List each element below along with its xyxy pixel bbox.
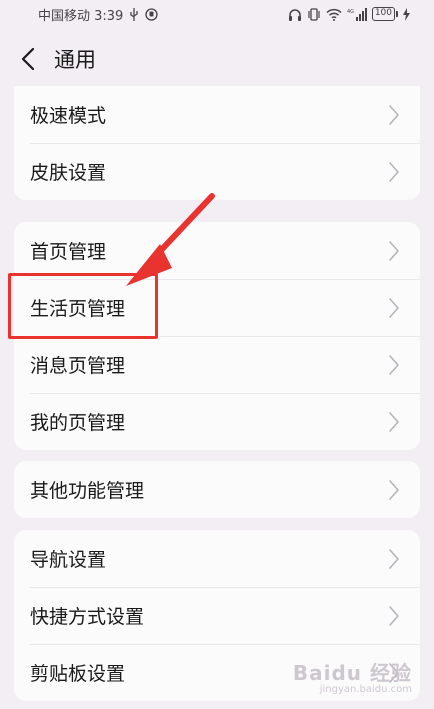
row-message-page-management[interactable]: 消息页管理 <box>14 336 420 393</box>
row-shortcut-settings[interactable]: 快捷方式设置 <box>14 587 420 644</box>
page-title: 通用 <box>54 48 96 72</box>
row-label: 剪贴板设置 <box>30 663 126 685</box>
row-label: 快捷方式设置 <box>30 606 145 628</box>
row-label: 导航设置 <box>30 549 107 571</box>
watermark-main: Baidu 经验 <box>292 661 412 685</box>
signal-icon: 4G <box>347 7 367 21</box>
row-navigation-settings[interactable]: 导航设置 <box>14 530 420 587</box>
chevron-right-icon <box>388 353 402 377</box>
row-skin-settings[interactable]: 皮肤设置 <box>14 143 420 200</box>
row-label: 极速模式 <box>30 105 107 127</box>
highlight-box <box>8 273 158 339</box>
status-left: 中国移动 3:39 <box>38 5 158 24</box>
notification-icon <box>145 7 158 21</box>
back-arrow-icon <box>21 47 35 71</box>
settings-group-display: 极速模式 皮肤设置 <box>14 86 420 200</box>
carrier-time: 中国移动 3:39 <box>38 8 124 24</box>
chevron-right-icon <box>388 296 402 320</box>
chevron-right-icon <box>388 604 402 628</box>
header: 通用 <box>0 34 434 84</box>
chevron-right-icon <box>388 103 402 127</box>
charging-icon <box>403 7 410 21</box>
chevron-right-icon <box>388 547 402 571</box>
battery-tip <box>396 11 398 17</box>
vibrate-icon <box>307 7 321 21</box>
usb-icon <box>129 7 139 21</box>
row-my-page-management[interactable]: 我的页管理 <box>14 393 420 450</box>
chevron-right-icon <box>388 239 402 263</box>
row-speed-mode[interactable]: 极速模式 <box>14 86 420 143</box>
headphones-icon <box>288 8 302 21</box>
battery-level: 100 <box>371 7 395 21</box>
status-bar: 中国移动 3:39 4G 100 <box>0 0 434 28</box>
row-label: 首页管理 <box>30 241 107 263</box>
chevron-right-icon <box>388 478 402 502</box>
chevron-right-icon <box>388 410 402 434</box>
settings-group-other: 其他功能管理 <box>14 461 420 518</box>
status-right: 4G 100 <box>288 7 410 21</box>
row-home-page-management[interactable]: 首页管理 <box>14 222 420 279</box>
row-label: 其他功能管理 <box>30 480 145 502</box>
watermark-sub: jingyan.baidu.com <box>319 684 412 695</box>
chevron-right-icon <box>388 160 402 184</box>
row-other-features-management[interactable]: 其他功能管理 <box>14 461 420 518</box>
row-label: 我的页管理 <box>30 412 126 434</box>
row-label: 消息页管理 <box>30 355 126 377</box>
baidu-watermark: Baidu 经验 jingyan.baidu.com <box>293 657 412 695</box>
wifi-icon <box>326 8 342 21</box>
row-label: 皮肤设置 <box>30 162 107 184</box>
battery-icon: 100 <box>371 7 398 21</box>
back-button[interactable] <box>0 34 56 84</box>
network-type-label: 4G <box>347 9 354 15</box>
